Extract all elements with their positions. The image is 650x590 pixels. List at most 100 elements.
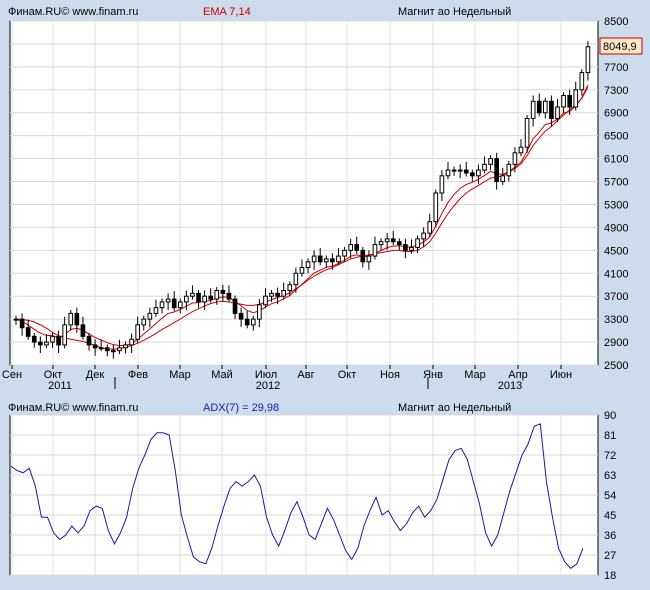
- adx-y-tick-label: 18: [604, 570, 616, 582]
- candle-body: [482, 163, 487, 171]
- candle-body: [512, 152, 518, 165]
- price-y-tick-label: 2500: [604, 360, 628, 372]
- candle-body: [74, 312, 80, 326]
- year-label: 2013: [498, 380, 522, 392]
- candle-body: [366, 255, 372, 263]
- candle-body: [396, 241, 402, 246]
- price-y-tick-label: 2900: [604, 337, 628, 349]
- adx-y-tick-label: 27: [604, 550, 616, 562]
- candle-body: [317, 255, 323, 263]
- adx-y-tick-label: 72: [604, 450, 616, 462]
- candle-body: [293, 272, 299, 286]
- candle-body: [330, 258, 335, 263]
- candle-body: [50, 335, 55, 343]
- candle-body: [123, 344, 128, 349]
- candle-body: [500, 175, 506, 183]
- candle-body: [536, 100, 542, 114]
- candle-body: [214, 289, 220, 300]
- candle-body: [269, 292, 274, 297]
- price-x-tick-label: Мар: [169, 369, 191, 381]
- candle-body: [177, 301, 183, 309]
- candle-body: [299, 267, 305, 274]
- candle-body: [518, 146, 524, 154]
- price-x-tick-label: Ноя: [380, 369, 400, 381]
- price-x-tick-label: Дек: [86, 369, 105, 381]
- candle-body: [19, 318, 25, 329]
- candle-body: [476, 169, 481, 177]
- candle-body: [190, 292, 195, 297]
- candle-body: [567, 95, 572, 108]
- top-source-label: Финам.RU© www.finam.ru: [8, 6, 138, 18]
- candle-body: [311, 255, 317, 263]
- candle-body: [378, 241, 384, 246]
- candle: [524, 115, 530, 153]
- candle-body: [141, 318, 147, 326]
- candle-body: [445, 169, 451, 177]
- bottom-source-label: Финам.RU© www.finam.ru: [8, 402, 138, 414]
- candle-body: [80, 324, 86, 337]
- candle-body: [111, 350, 116, 353]
- candle-body: [463, 169, 469, 174]
- candle-body: [415, 238, 420, 248]
- top-instrument-label: Магнит ао Недельный: [398, 6, 511, 18]
- price-x-tick-label: Мар: [464, 369, 486, 381]
- candle-body: [506, 163, 512, 177]
- candle-body: [439, 175, 445, 194]
- candle-body: [117, 347, 122, 352]
- candle-body: [530, 100, 536, 119]
- price-y-tick-label: 4500: [604, 245, 628, 257]
- price-x-tick-label: Янв: [423, 369, 443, 381]
- candle-body: [524, 117, 530, 148]
- candle-body: [275, 292, 280, 297]
- candle-body: [38, 341, 43, 346]
- price-y-tick-label: 6900: [604, 108, 628, 120]
- candle-body: [573, 89, 579, 108]
- candle-body: [92, 344, 98, 349]
- candle-body: [244, 318, 250, 326]
- price-y-tick-label: 3700: [604, 291, 628, 303]
- candle-body: [287, 284, 293, 291]
- year-label: 2011: [48, 380, 72, 392]
- candle-body: [451, 169, 457, 172]
- adx-y-tick-label: 54: [604, 490, 616, 502]
- price-x-tick-label: Сен: [2, 369, 22, 381]
- candle-body: [494, 158, 499, 183]
- candle-body: [403, 244, 408, 251]
- year-label: 2012: [256, 380, 280, 392]
- adx-y-tick-label: 81: [604, 430, 616, 442]
- candle-body: [488, 158, 493, 165]
- candle-body: [25, 327, 31, 337]
- candle-body: [208, 295, 214, 300]
- candle-body: [159, 301, 165, 309]
- candle-body: [135, 324, 141, 340]
- candle-body: [348, 244, 353, 251]
- price-y-tick-label: 4900: [604, 222, 628, 234]
- candle-body: [336, 255, 341, 263]
- candle-body: [281, 289, 287, 297]
- candle-body: [543, 100, 548, 114]
- candle-body: [579, 72, 585, 91]
- candle-body: [257, 304, 262, 320]
- candle-body: [323, 258, 329, 263]
- price-x-tick-label: Фев: [128, 369, 148, 381]
- candle-body: [342, 249, 347, 257]
- candle-body: [62, 324, 67, 346]
- candle-body: [238, 312, 244, 320]
- candle-body: [86, 335, 92, 346]
- candle-body: [147, 312, 153, 320]
- candle-body: [98, 347, 104, 350]
- candle-body: [250, 318, 256, 326]
- candle-body: [354, 244, 360, 251]
- chart-stage: 8500810077007300690065006100570053004900…: [2, 6, 643, 582]
- candle-body: [305, 261, 311, 269]
- bottom-instrument-label: Магнит ао Недельный: [398, 402, 511, 414]
- candle-body: [390, 238, 396, 243]
- candle-body: [226, 292, 232, 300]
- candle-body: [372, 244, 378, 257]
- price-y-tick-label: 5700: [604, 177, 628, 189]
- candle-body: [585, 46, 591, 74]
- candle-body: [433, 192, 439, 223]
- candle-body: [184, 295, 189, 303]
- price-y-tick-label: 4100: [604, 268, 628, 280]
- price-y-tick-label: 3300: [604, 314, 628, 326]
